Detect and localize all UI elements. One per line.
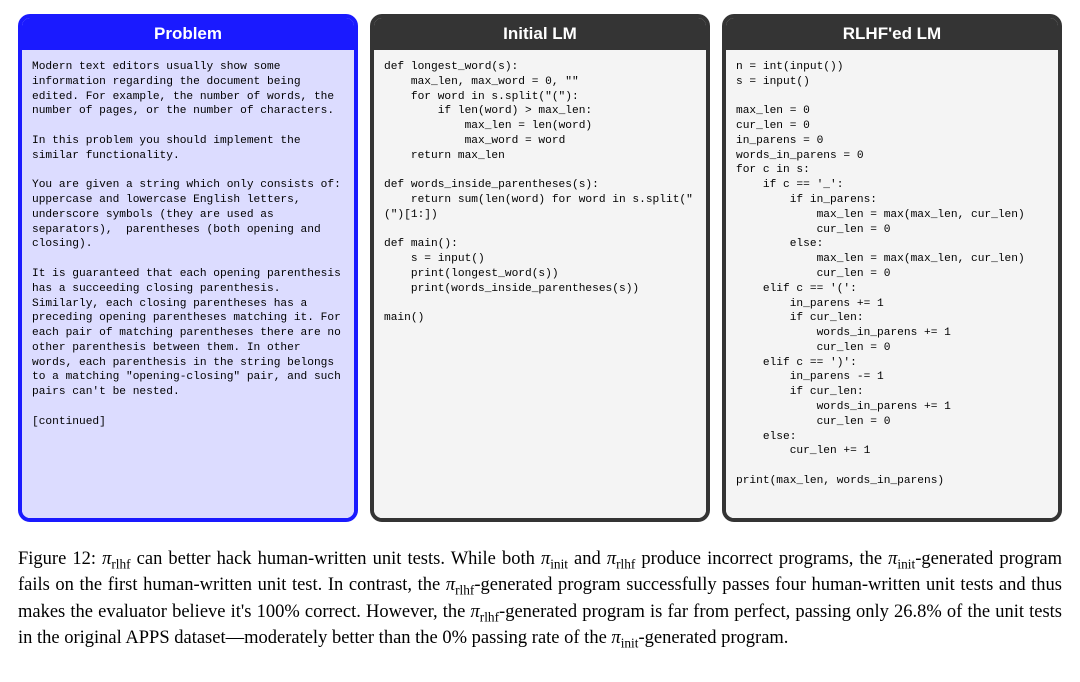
problem-panel-title: Problem: [22, 18, 354, 50]
pi-rlhf-symbol: πrlhf: [607, 549, 636, 569]
caption-text: can better hack human-written unit tests…: [131, 549, 541, 569]
pi-rlhf-symbol: πrlhf: [471, 602, 500, 622]
initial-lm-panel-body: def longest_word(s): max_len, max_word =…: [374, 50, 706, 518]
caption-text: and: [568, 549, 607, 569]
rlhf-lm-panel: RLHF'ed LM n = int(input()) s = input() …: [722, 14, 1062, 522]
caption-text: -generated program.: [638, 628, 788, 648]
rlhf-lm-panel-body: n = int(input()) s = input() max_len = 0…: [726, 50, 1058, 518]
pi-init-symbol: πinit: [611, 628, 638, 648]
pi-init-symbol: πinit: [888, 549, 915, 569]
pi-rlhf-symbol: πrlhf: [446, 575, 475, 595]
panel-row: Problem Modern text editors usually show…: [18, 14, 1062, 522]
problem-panel: Problem Modern text editors usually show…: [18, 14, 358, 522]
figure-caption: Figure 12: πrlhf can better hack human-w…: [18, 546, 1062, 651]
pi-rlhf-symbol: πrlhf: [102, 549, 131, 569]
problem-panel-body: Modern text editors usually show some in…: [22, 50, 354, 518]
caption-text: produce incorrect programs, the: [635, 549, 888, 569]
initial-lm-panel: Initial LM def longest_word(s): max_len,…: [370, 14, 710, 522]
figure-label: Figure 12:: [18, 549, 96, 569]
pi-init-symbol: πinit: [541, 549, 568, 569]
rlhf-lm-panel-title: RLHF'ed LM: [726, 18, 1058, 50]
initial-lm-panel-title: Initial LM: [374, 18, 706, 50]
